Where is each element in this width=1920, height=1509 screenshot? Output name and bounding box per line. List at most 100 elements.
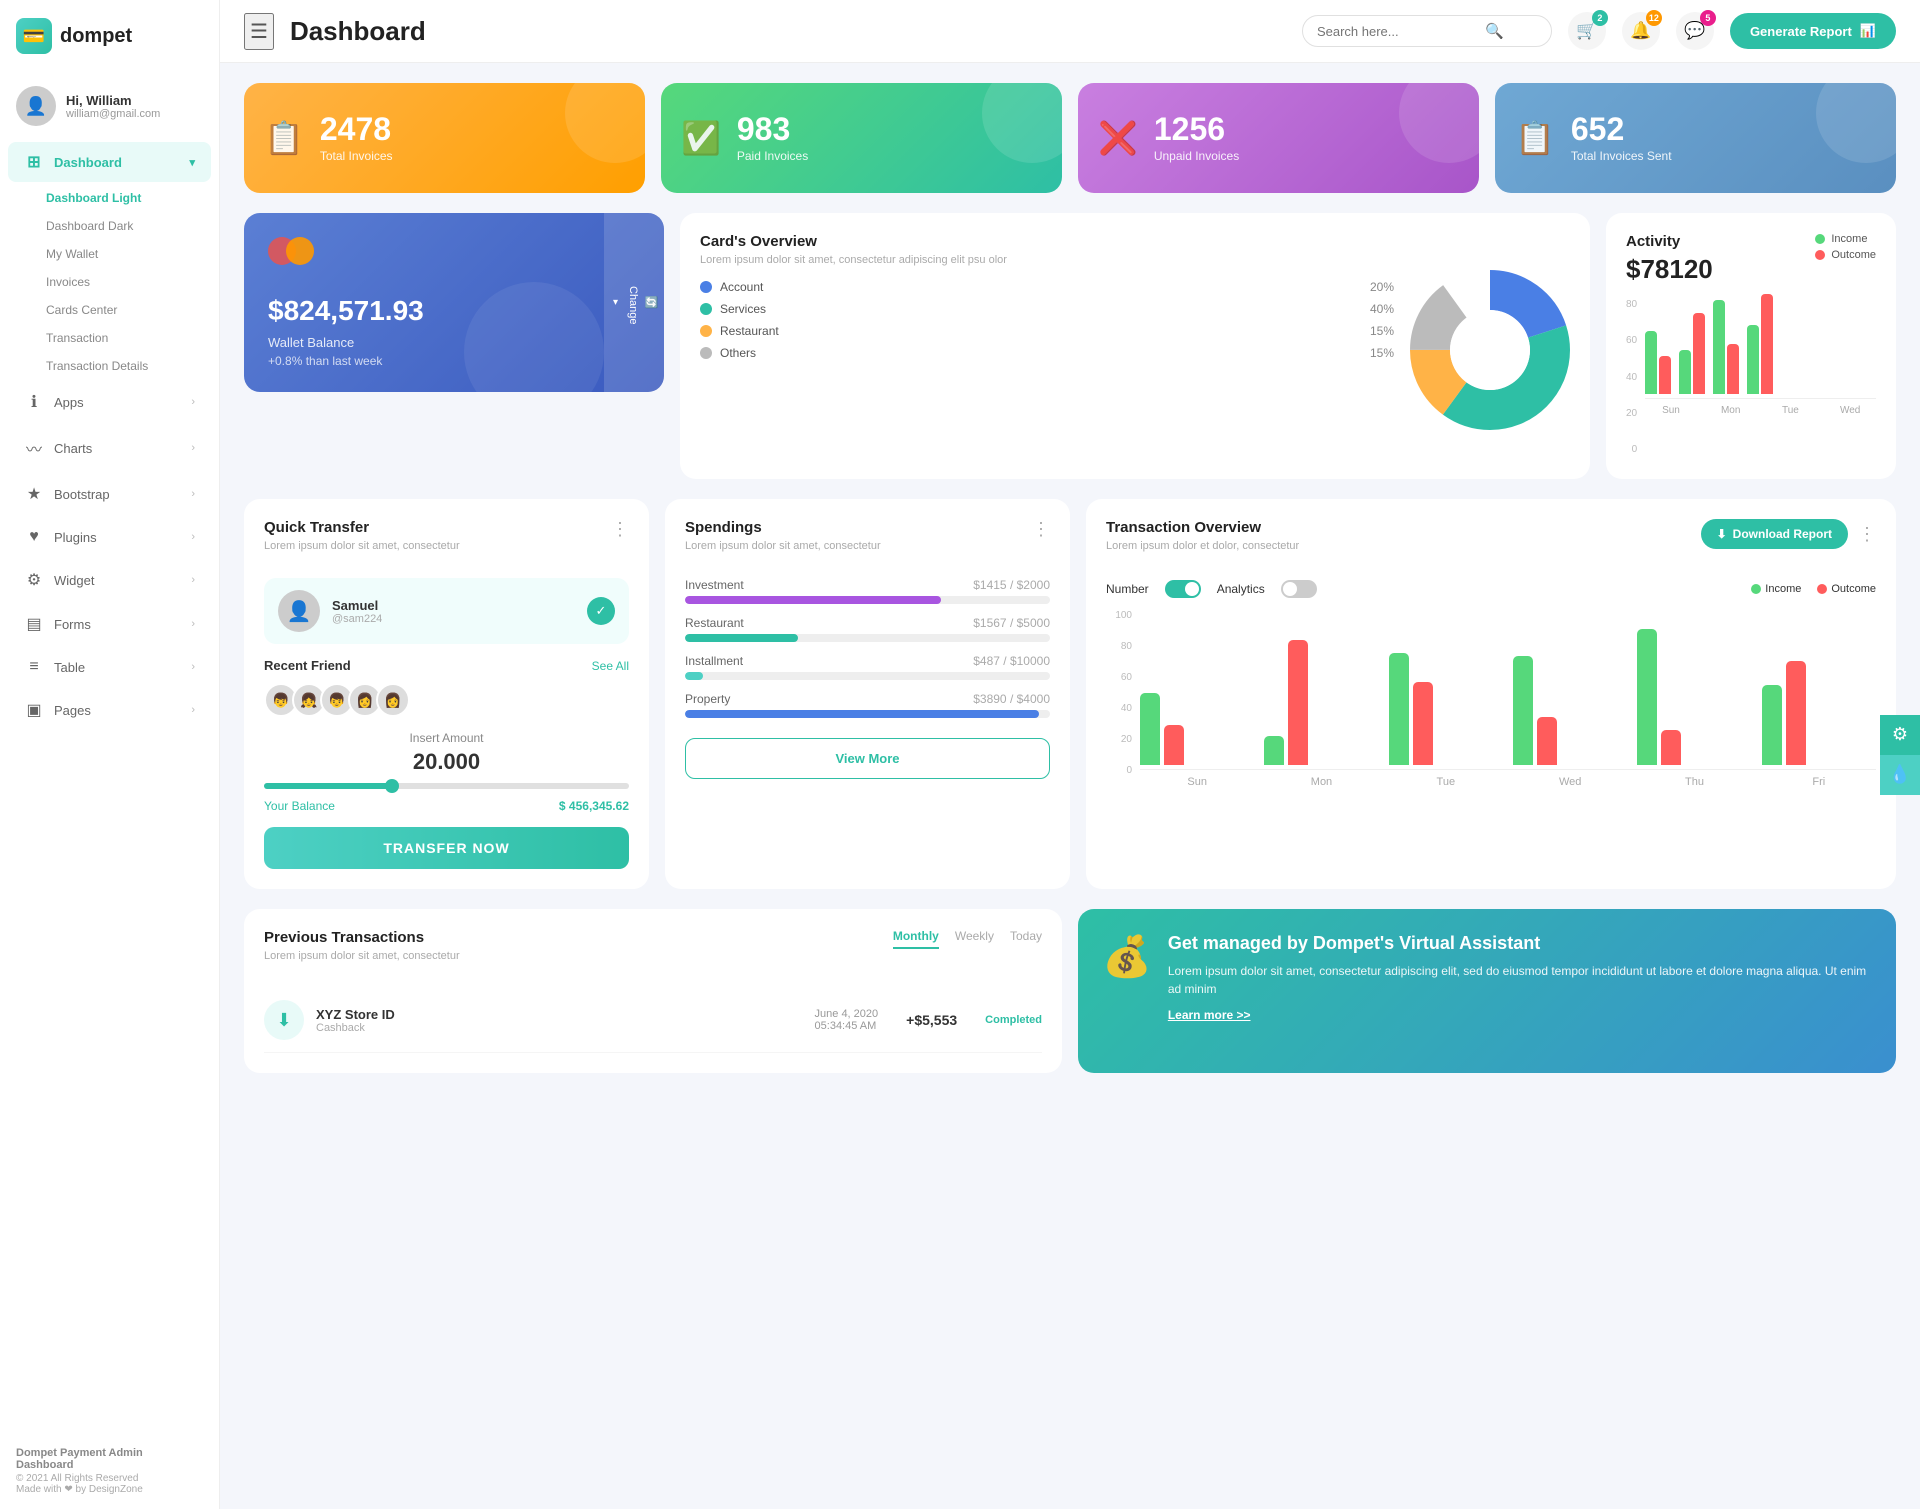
view-more-button[interactable]: View More	[685, 738, 1050, 779]
wallet-change-button[interactable]: 🔄 Change ▾	[604, 213, 664, 392]
tab-today[interactable]: Today	[1010, 929, 1042, 949]
balance-label: Your Balance	[264, 799, 335, 813]
sidebar-item-charts[interactable]: 〰 Charts ›	[8, 426, 211, 470]
spendings-items: Investment $1415 / $2000	[685, 578, 1050, 718]
progress-investment	[685, 596, 1050, 604]
sidebar-item-widget[interactable]: ⚙ Widget ›	[8, 560, 211, 600]
amount-slider[interactable]	[264, 783, 629, 789]
sidebar-logo-area: 💳 dompet	[0, 0, 219, 72]
forms-icon: ▤	[24, 614, 44, 634]
progress-installment	[685, 672, 1050, 680]
services-dot	[700, 303, 712, 315]
contact-info: Samuel @sam224	[332, 598, 382, 625]
bar-labels: Sun Mon Tue Wed	[1645, 405, 1876, 416]
bar-outcome-mon	[1693, 313, 1705, 394]
bottom-row: Quick Transfer Lorem ipsum dolor sit ame…	[244, 499, 1896, 889]
transfer-now-button[interactable]: TRANSFER NOW	[264, 827, 629, 869]
tab-weekly[interactable]: Weekly	[955, 929, 994, 949]
sidebar-item-dashboard[interactable]: ⊞ Dashboard ▾	[8, 142, 211, 182]
settings-fab-button[interactable]: ⚙	[1880, 715, 1920, 755]
big-bar-sun	[1140, 693, 1254, 765]
big-bar-outcome-tue	[1413, 682, 1433, 765]
hamburger-button[interactable]: ☰	[244, 13, 274, 50]
analytics-toggle[interactable]	[1281, 580, 1317, 598]
droplet-fab-button[interactable]: 💧	[1880, 755, 1920, 795]
generate-report-button[interactable]: Generate Report 📊	[1730, 13, 1896, 49]
bar-outcome-wed	[1761, 294, 1773, 394]
contact-card: 👤 Samuel @sam224 ✓	[264, 578, 629, 644]
progress-restaurant	[685, 634, 1050, 642]
bar-outcome-sun	[1659, 356, 1671, 394]
cart-button[interactable]: 🛒 2	[1568, 12, 1606, 50]
friend-avatars: 👦 👧 👦 👩 👩	[264, 683, 629, 717]
transaction-legend: Income Outcome	[1751, 583, 1876, 595]
transaction-overview-title: Transaction Overview	[1106, 519, 1299, 536]
va-learn-more-link[interactable]: Learn more >>	[1168, 1008, 1872, 1022]
amount-label: Insert Amount	[264, 731, 629, 745]
spendings-header: Spendings Lorem ipsum dolor sit amet, co…	[685, 519, 1050, 566]
quick-transfer-title: Quick Transfer	[264, 519, 460, 536]
sidebar-item-bootstrap[interactable]: ★ Bootstrap ›	[8, 474, 211, 514]
avatar: 👤	[16, 86, 56, 126]
stat-label-paid: Paid Invoices	[737, 149, 808, 163]
sidebar-item-pages[interactable]: ▣ Pages ›	[8, 690, 211, 730]
sidebar-sub-transaction[interactable]: Transaction	[0, 324, 219, 352]
sidebar-sub-my-wallet[interactable]: My Wallet	[0, 240, 219, 268]
overview-item-restaurant: Restaurant 15%	[700, 324, 1394, 338]
chevron-right-icon: ›	[191, 661, 195, 673]
va-title: Get managed by Dompet's Virtual Assistan…	[1168, 933, 1872, 954]
sidebar-sub-dashboard-dark[interactable]: Dashboard Dark	[0, 212, 219, 240]
outcome-dot-2	[1817, 584, 1827, 594]
activity-amount: $78120	[1626, 254, 1713, 285]
notification-button[interactable]: 🔔 12	[1622, 12, 1660, 50]
search-input[interactable]	[1317, 24, 1477, 39]
sidebar-item-forms[interactable]: ▤ Forms ›	[8, 604, 211, 644]
transaction-overview-menu-button[interactable]: ⋮	[1858, 524, 1876, 545]
contact-id: @sam224	[332, 613, 382, 625]
donut-chart	[1410, 241, 1570, 459]
transaction-overview-header: Transaction Overview Lorem ipsum dolor e…	[1106, 519, 1876, 566]
transaction-item: ⬇ XYZ Store ID Cashback June 4, 2020 05:…	[264, 988, 1042, 1053]
chevron-right-icon: ›	[191, 704, 195, 716]
sidebar-user: 👤 Hi, William william@gmail.com	[0, 72, 219, 140]
prev-tx-subtitle: Lorem ipsum dolor sit amet, consectetur	[264, 950, 460, 962]
friend-avatar-5: 👩	[376, 683, 410, 717]
quick-transfer-menu-button[interactable]: ⋮	[611, 519, 629, 540]
mastercard-icon	[268, 237, 314, 265]
sidebar-sub-dashboard-light[interactable]: Dashboard Light	[0, 184, 219, 212]
tx-type: Cashback	[316, 1022, 395, 1034]
stat-number-unpaid: 1256	[1154, 113, 1239, 145]
dashboard-body: 📋 2478 Total Invoices ✅ 983 Paid Invoice…	[220, 63, 1920, 1509]
activity-title: Activity	[1626, 233, 1713, 250]
tab-monthly[interactable]: Monthly	[893, 929, 939, 949]
stat-label-unpaid: Unpaid Invoices	[1154, 149, 1239, 163]
big-bar-outcome-fri	[1786, 661, 1806, 765]
spendings-subtitle: Lorem ipsum dolor sit amet, consectetur	[685, 540, 881, 552]
chevron-down-icon: ▾	[610, 297, 621, 308]
download-report-button[interactable]: ⬇ Download Report	[1701, 519, 1848, 549]
sidebar-item-apps[interactable]: ℹ Apps ›	[8, 382, 211, 422]
big-bar-area	[1140, 610, 1876, 770]
contact-name: Samuel	[332, 598, 382, 613]
message-button[interactable]: 💬 5	[1676, 12, 1714, 50]
prev-tx-title: Previous Transactions	[264, 929, 460, 946]
sidebar-sub-invoices[interactable]: Invoices	[0, 268, 219, 296]
big-bar-fri	[1762, 661, 1876, 765]
number-toggle[interactable]	[1165, 580, 1201, 598]
transaction-overview-card: Transaction Overview Lorem ipsum dolor e…	[1086, 499, 1896, 889]
account-dot	[700, 281, 712, 293]
big-y-axis: 100 80 60 40 20 0	[1106, 610, 1132, 780]
full-middle-row: $824,571.93 Wallet Balance +0.8% than la…	[244, 213, 1896, 479]
sidebar-sub-transaction-details[interactable]: Transaction Details	[0, 352, 219, 380]
tx-name: XYZ Store ID	[316, 1007, 395, 1022]
big-bar-income-wed	[1513, 656, 1533, 765]
sidebar-item-plugins[interactable]: ♥ Plugins ›	[8, 518, 211, 556]
see-all-link[interactable]: See All	[592, 659, 629, 673]
sidebar-sub-cards-center[interactable]: Cards Center	[0, 296, 219, 324]
sidebar-item-table[interactable]: ≡ Table ›	[8, 648, 211, 686]
stat-label-sent: Total Invoices Sent	[1571, 149, 1672, 163]
cards-overview-title: Card's Overview	[700, 233, 1394, 250]
spendings-menu-button[interactable]: ⋮	[1032, 519, 1050, 540]
va-content: Get managed by Dompet's Virtual Assistan…	[1168, 933, 1872, 1022]
legend-outcome: Outcome	[1815, 249, 1876, 261]
